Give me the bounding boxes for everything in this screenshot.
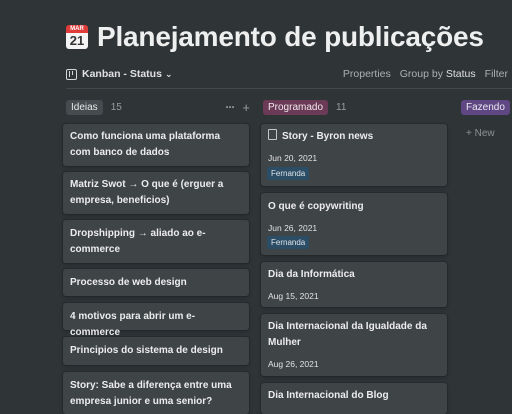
card[interactable]: 4 motivos para abrir um e-commerce (63, 303, 249, 338)
card[interactable]: Dia Internacional da Igualdade da Mulher… (261, 314, 447, 376)
view-selector[interactable]: Kanban - Status ⌄ (66, 68, 172, 80)
group-by-button[interactable]: Group by Status (400, 68, 476, 80)
card-title-text: Story - Byron news (282, 131, 374, 142)
person-tag: Fernanda (267, 167, 310, 180)
calendar-icon-day: 21 (66, 33, 88, 49)
card-title: Processo de web design (70, 277, 187, 288)
board-icon (66, 68, 77, 80)
chevron-down-icon: ⌄ (164, 68, 173, 79)
card[interactable]: Story - Byron news Jun 20, 2021 Fernanda (261, 124, 447, 186)
status-tag[interactable]: Fazendo (461, 99, 510, 115)
card[interactable]: Como funciona uma plataforma com banco d… (63, 124, 249, 166)
card[interactable]: Story: Sabe a diferença entre uma empres… (63, 372, 249, 414)
card-date: Aug 26, 2021 (268, 359, 319, 369)
card-title: Story - Byron news (268, 129, 441, 145)
card-title: O que é copywriting (268, 201, 364, 212)
card[interactable]: Dia da Informática Aug 15, 2021 (261, 262, 447, 307)
status-tag[interactable]: Programado (263, 99, 329, 115)
document-icon (268, 129, 277, 140)
card[interactable]: Processo de web design (63, 269, 249, 296)
group-by-value: Status (445, 68, 476, 80)
card[interactable]: Dropshipping → aliado ao e-commerce (63, 220, 249, 263)
card-date: Aug 15, 2021 (268, 291, 319, 301)
calendar-icon[interactable]: MAR 21 (66, 25, 88, 49)
card[interactable]: Principios do sistema de design (63, 337, 249, 365)
group-by-label: Group by (399, 68, 443, 80)
view-options: Properties Group by Status Filter (343, 68, 508, 80)
card[interactable]: Matriz Swot → O que é (erguer a empresa,… (63, 172, 249, 214)
column-fazendo: Fazendo (461, 98, 512, 116)
card-title: Dia da Informática (268, 269, 355, 280)
card-date: Jun 26, 2021 (268, 223, 318, 233)
calendar-icon-month: MAR (66, 25, 88, 33)
divider (66, 88, 512, 89)
column-header: Programado 11 (263, 98, 447, 116)
card-title: Principios do sistema de design (70, 345, 223, 356)
page-header: MAR 21 Planejamento de publicações (66, 17, 484, 57)
card-title: Dia Internacional da Igualdade da Mulher (268, 321, 427, 348)
card-title: Dropshipping → aliado ao e-commerce (70, 228, 206, 255)
add-card-icon[interactable]: + (242, 100, 250, 115)
status-tag[interactable]: Ideias (66, 99, 103, 115)
card-title: Dia Internacional do Blog (268, 390, 389, 401)
more-options-icon[interactable]: ··· (225, 100, 235, 114)
filter-button[interactable]: Filter (485, 68, 508, 80)
page-title[interactable]: Planejamento de publicações (97, 21, 484, 53)
card-count: 15 (110, 101, 122, 113)
card-date: Jun 20, 2021 (268, 153, 318, 163)
card-title: Matriz Swot → O que é (erguer a empresa,… (70, 179, 224, 206)
new-card-button[interactable]: + New (466, 128, 495, 139)
column-ideias: Ideias 15 ··· + (66, 98, 250, 116)
column-header: Ideias 15 ··· + (66, 98, 250, 116)
view-name: Kanban - Status (82, 68, 162, 80)
column-programado: Programado 11 (263, 98, 447, 116)
column-header: Fazendo (461, 98, 512, 116)
card-title: Story: Sabe a diferença entre uma empres… (70, 380, 232, 407)
card[interactable]: Dia Internacional do Blog (261, 383, 447, 414)
card-count: 11 (336, 101, 347, 113)
card-title: Como funciona uma plataforma com banco d… (70, 131, 221, 158)
card[interactable]: O que é copywriting Jun 26, 2021 Fernand… (261, 193, 447, 255)
properties-button[interactable]: Properties (343, 68, 391, 80)
view-bar: Kanban - Status ⌄ Properties Group by St… (66, 64, 512, 84)
person-tag: Fernanda (267, 236, 310, 249)
